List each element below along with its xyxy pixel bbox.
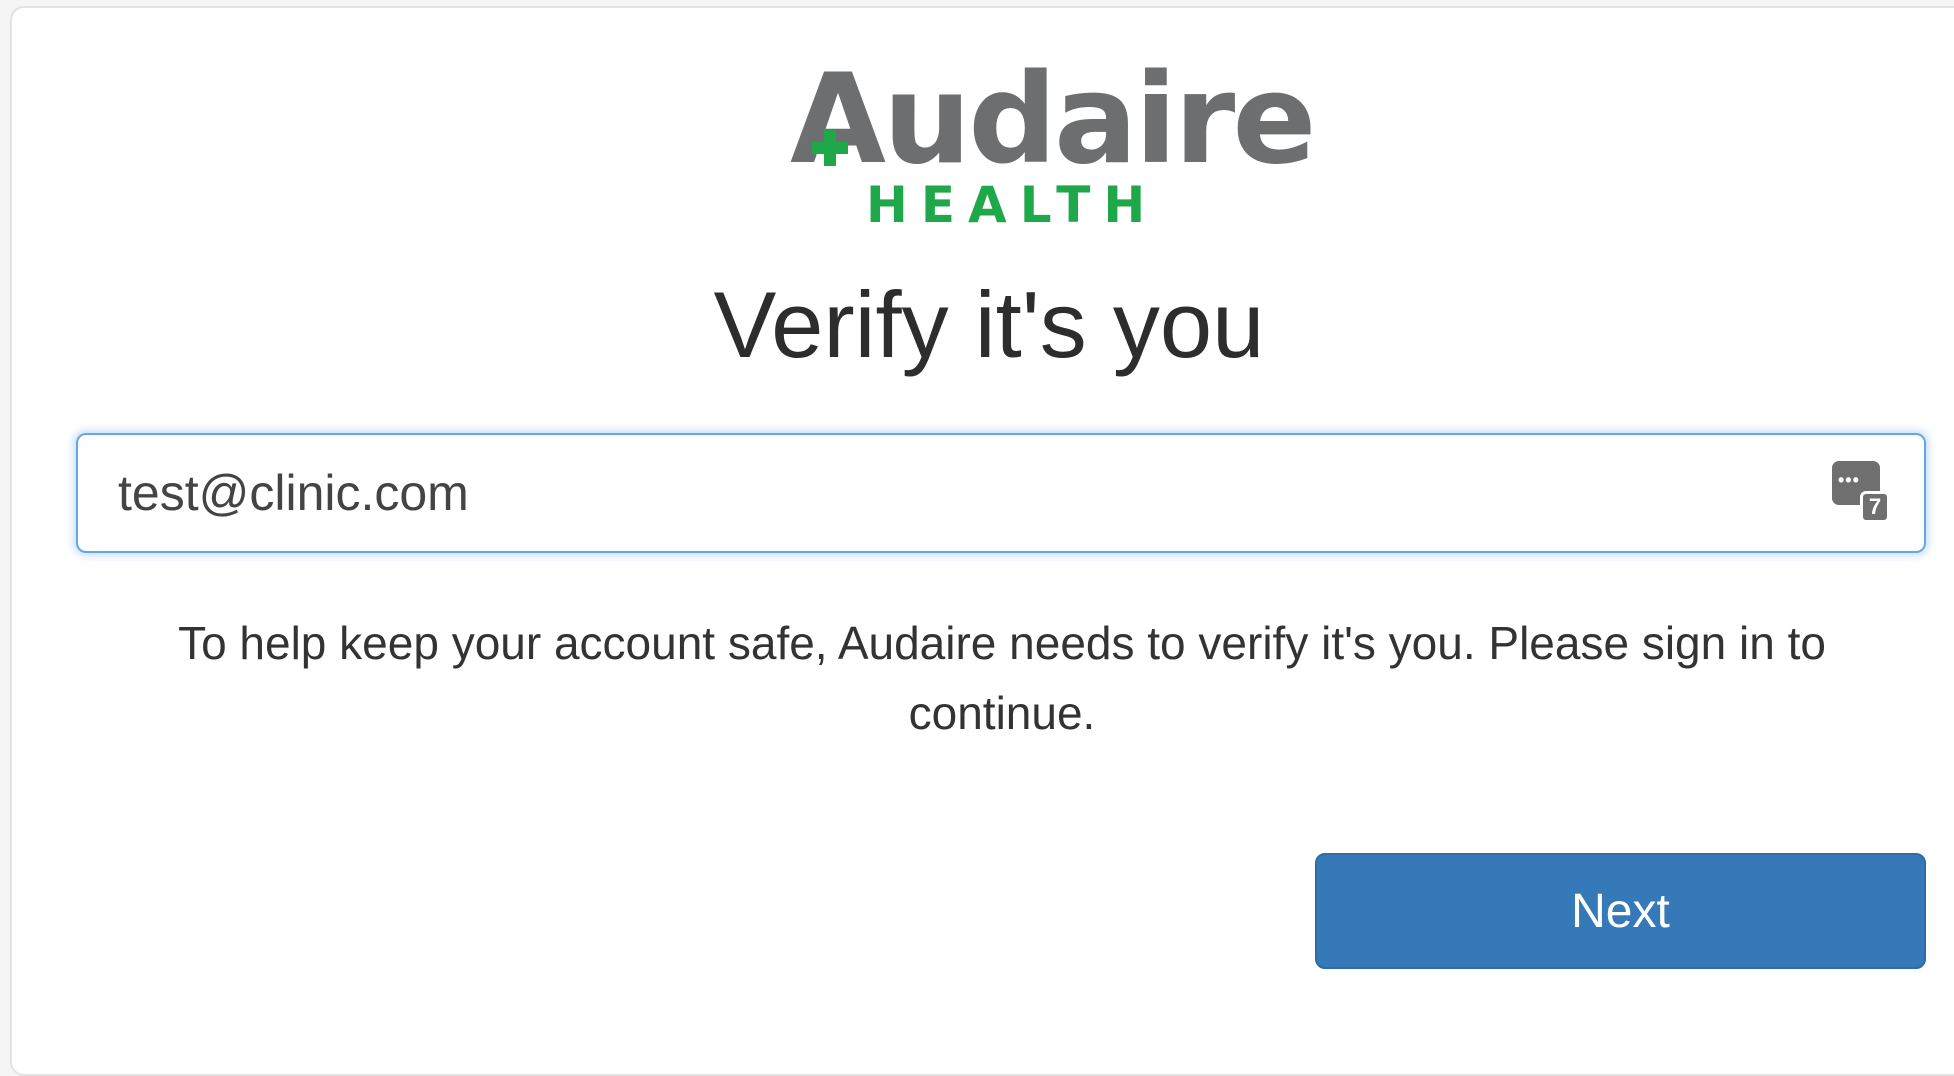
- page-title: Verify it's you: [713, 272, 1265, 377]
- brand-logo: Audaire HEALTH: [782, 58, 1316, 234]
- password-manager-icon[interactable]: ••• 7: [1832, 461, 1890, 523]
- password-dots: •••: [1838, 470, 1860, 490]
- brand-logo-wordmark: Audaire: [790, 48, 1316, 192]
- password-manager-badge: 7: [1860, 491, 1890, 523]
- medical-cross-icon: [812, 130, 848, 166]
- login-card: Audaire HEALTH Verify it's you ••• 7 To …: [10, 6, 1954, 1076]
- email-field-container: ••• 7: [76, 433, 1926, 553]
- verification-message: To help keep your account safe, Audaire …: [178, 617, 1826, 739]
- next-button[interactable]: Next: [1315, 853, 1926, 969]
- brand-logo-subtitle: HEALTH: [866, 176, 1159, 234]
- email-field[interactable]: [118, 435, 1818, 551]
